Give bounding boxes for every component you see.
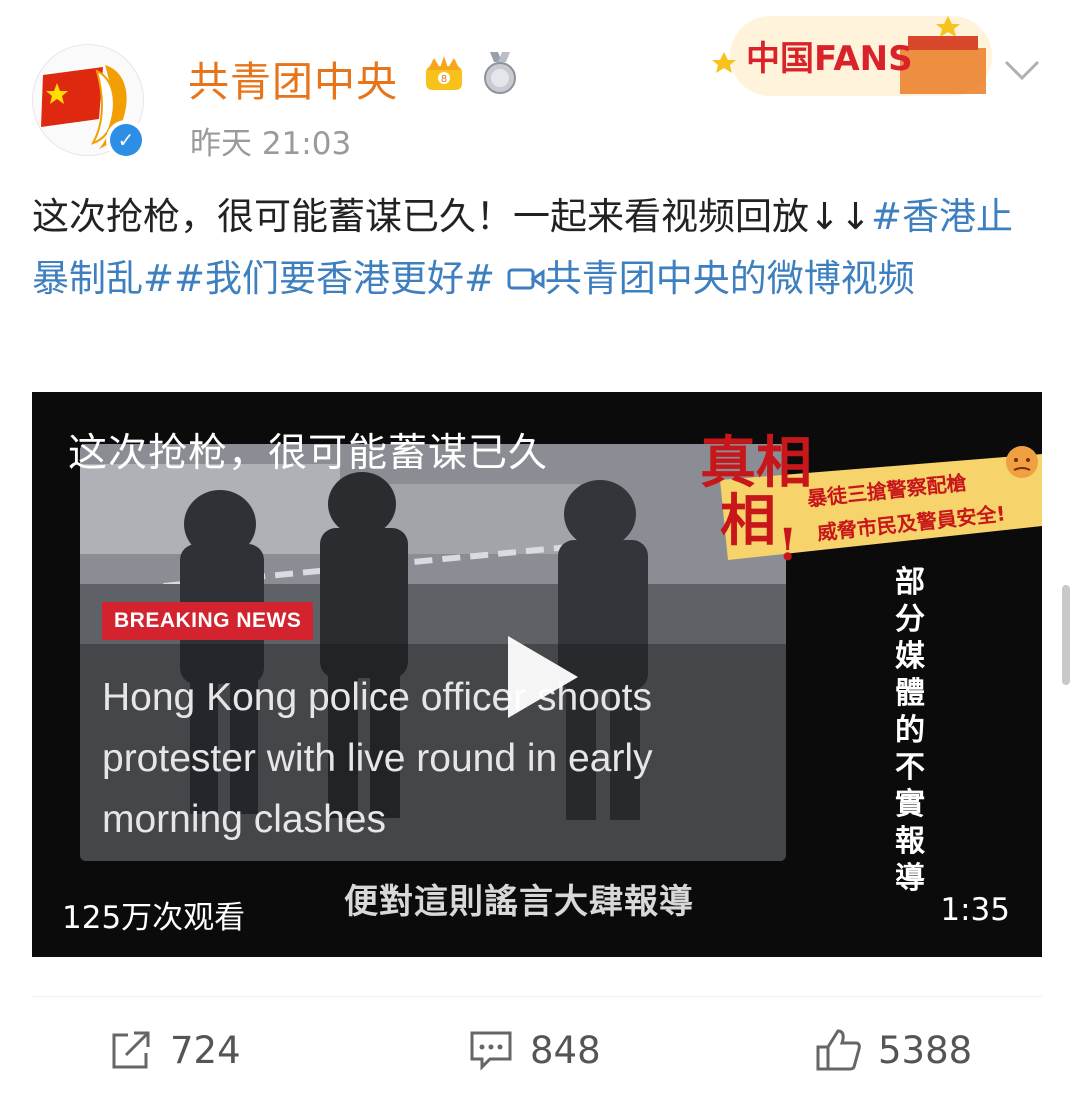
crown-icon[interactable]: 8 [422,52,466,96]
video-link[interactable]: 共青团中央的微博视频 [507,257,915,300]
video-player[interactable]: BREAKING NEWS Hong Kong police officer s… [32,392,1042,957]
share-button[interactable]: 724 [108,1020,241,1080]
play-icon[interactable] [502,632,582,722]
news-headline: Hong Kong police officer shoots proteste… [102,676,653,841]
action-bar: 724 848 5388 [0,1020,1076,1080]
post-text: 这次抢枪，很可能蓄谋已久！一起来看视频回放↓↓#香港止暴制乱##我们要香港更好#… [32,186,1022,310]
breaking-news-label: BREAKING NEWS [102,602,314,640]
share-count: 724 [170,1028,241,1072]
verified-v-icon: ✓ [110,124,142,156]
video-camera-icon [507,268,545,290]
divider [32,996,1042,997]
comment-icon [470,1031,512,1071]
view-count: 125万次观看 [62,900,246,936]
weibo-post: ✓ 共青团中央 8 昨天 21:03 中国FANS 这次抢枪，很可能蓄谋已久！一… [0,0,1076,1103]
hashtag-link[interactable]: #我们要香港更好# [174,257,495,300]
video-subtitle: 便對這則謠言大肆報導 [344,882,694,922]
vertical-caption: 部分媒體的不實報導 [895,565,925,896]
truth-banner: 真相 相 ! 暴徒三搶警察配槍 威脅市民及警員安全! [700,430,1042,571]
svg-text:!: ! [778,520,797,571]
comment-button[interactable]: 848 [468,1020,601,1080]
like-button[interactable]: 5388 [814,1020,972,1080]
share-icon [112,1031,150,1069]
verified-badge: ✓ [106,120,146,160]
video-caption: 这次抢枪，很可能蓄谋已久 [68,431,549,476]
video-duration: 1:35 [940,892,1010,928]
scrollbar[interactable] [1062,585,1070,685]
truth-big-text: 真相 [700,430,812,496]
chevron-down-icon[interactable] [1000,50,1044,90]
post-time: 昨天 21:03 [190,126,352,162]
username[interactable]: 共青团中央 [188,48,398,108]
svg-text:相: 相 [720,488,776,554]
svg-text:8: 8 [441,74,447,85]
fans-badge-text: 中国FANS [746,39,913,79]
thumbs-up-icon [816,1029,861,1071]
post-text-main: 这次抢枪，很可能蓄谋已久！一起来看视频回放↓↓ [32,195,872,238]
video-link-label: 共青团中央的微博视频 [544,257,915,300]
like-count: 5388 [878,1028,973,1072]
angry-face-icon [1006,446,1038,478]
china-fans-badge[interactable]: 中国FANS [712,8,1002,100]
medal-icon[interactable] [478,50,522,96]
comment-count: 848 [530,1028,601,1072]
